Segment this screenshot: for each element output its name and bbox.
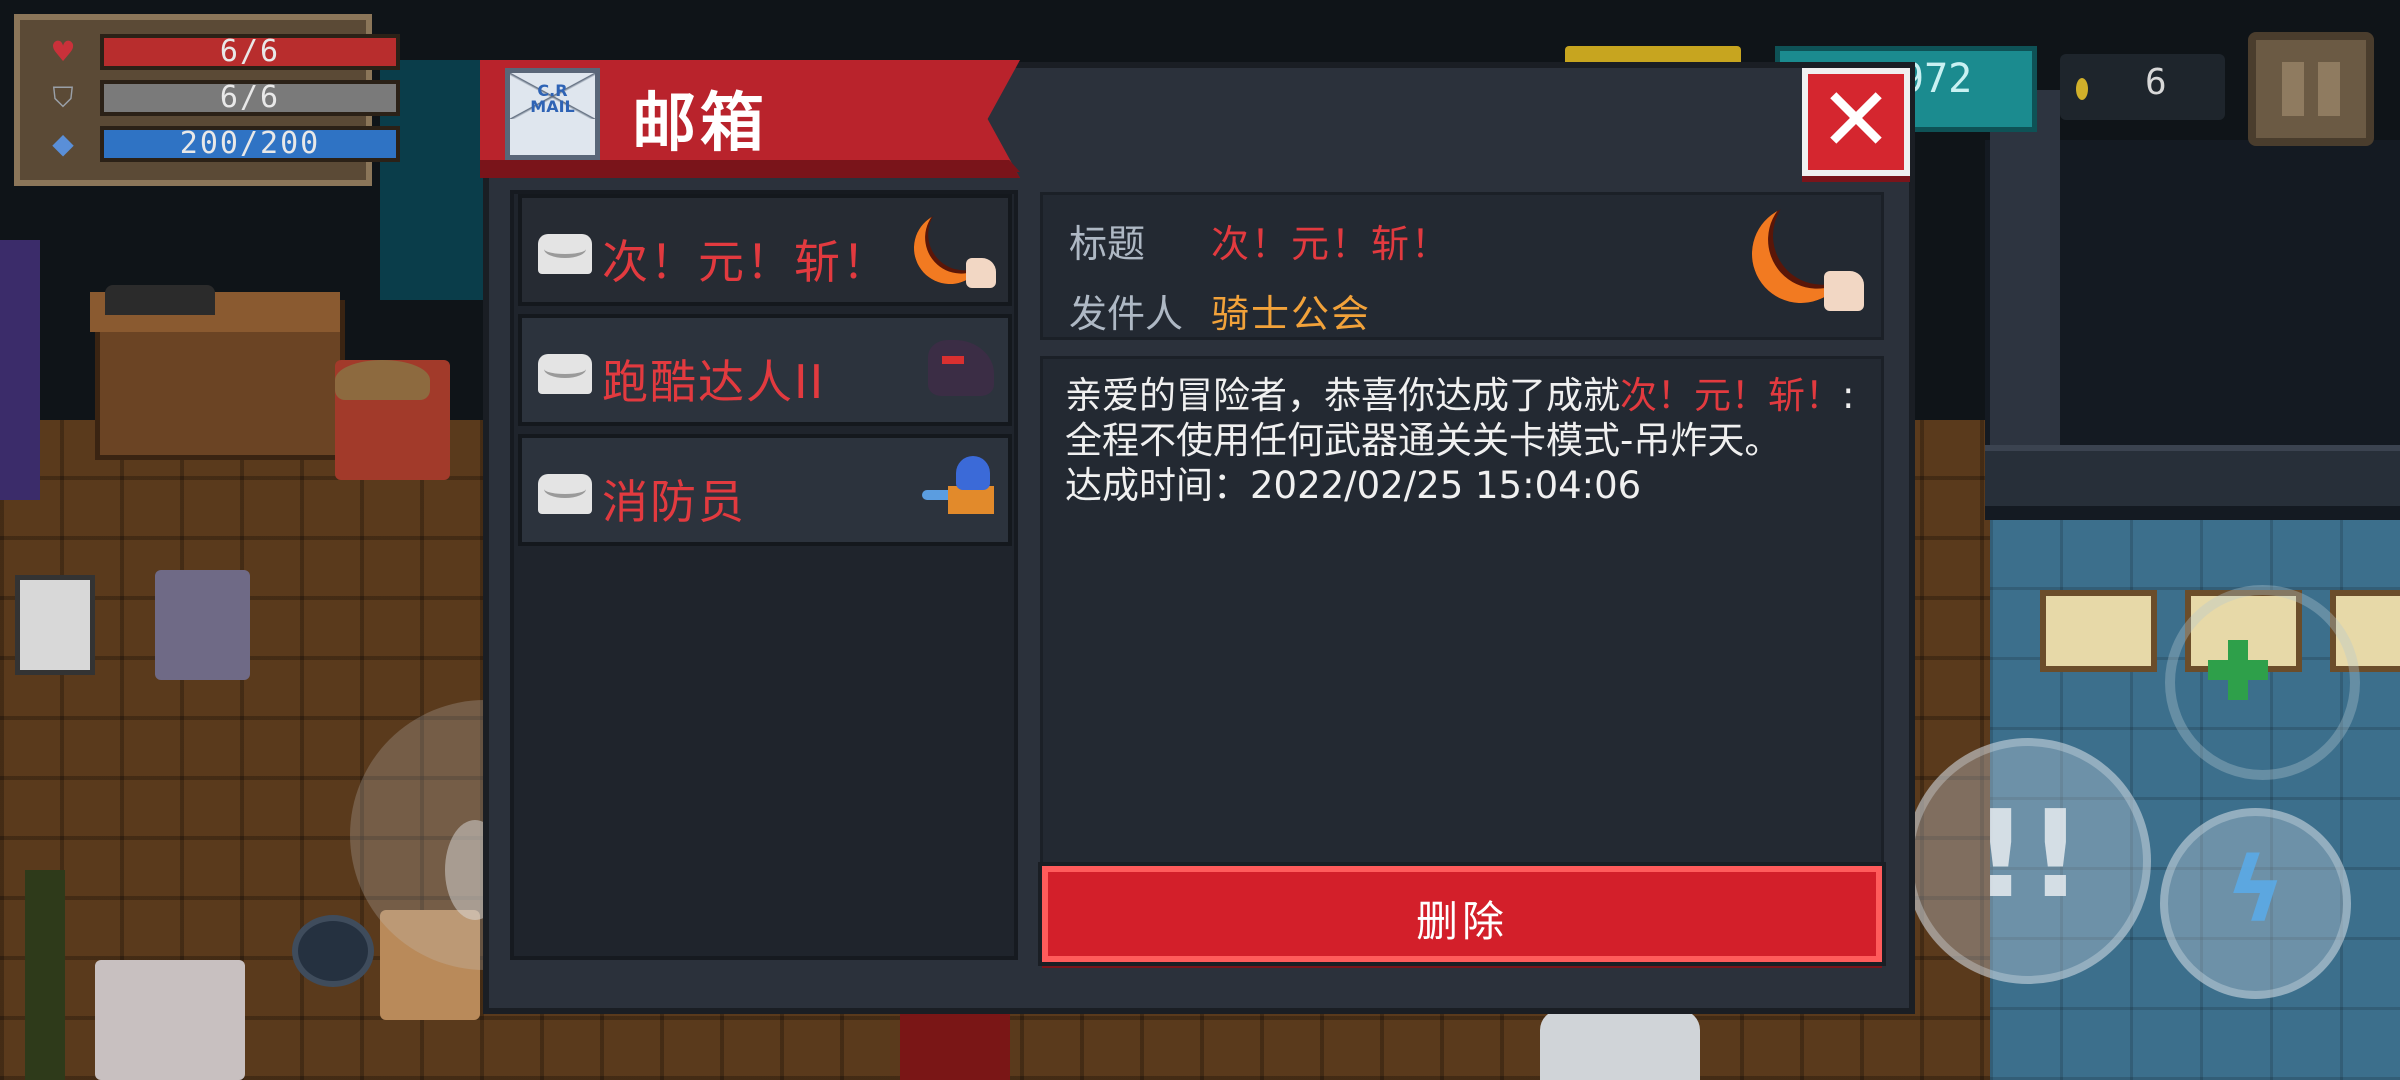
hand-shape (1824, 271, 1864, 311)
close-button[interactable]: ✕ (1802, 68, 1910, 176)
mail-item-0[interactable]: 次！元！斩！ (518, 194, 1012, 306)
pot (292, 915, 374, 987)
pause-icon (2282, 62, 2304, 116)
ninja-icon (928, 340, 994, 396)
health-cross-icon (2208, 640, 2268, 700)
cowboy-hat (335, 360, 430, 400)
red-object (900, 1010, 1010, 1080)
floor-items (1540, 1010, 1700, 1080)
body-prefix: 亲爱的冒险者，恭喜你达成了成就 (1065, 374, 1620, 417)
npc-dragon (95, 960, 245, 1080)
energy-bar: 200/200 (100, 126, 400, 162)
shield-icon: ⛉ (52, 81, 74, 114)
mail-body: 亲爱的冒险者，恭喜你达成了成就次！元！斩！:全程不使用任何武器通关关卡模式-吊炸… (1040, 356, 1884, 946)
ninja-eye (942, 356, 964, 364)
skill-button[interactable]: !! (1905, 738, 2151, 984)
fireman-helmet (956, 456, 990, 490)
cabinet (0, 240, 40, 500)
sign-board (15, 575, 95, 675)
notice-board (2040, 590, 2157, 672)
pause-icon (2318, 62, 2340, 116)
fireman-body (948, 486, 994, 514)
sender-label: 发件人 (1069, 292, 1184, 336)
mail-item-1[interactable]: 跑酷达人II (518, 314, 1012, 426)
mail-list[interactable]: 次！元！斩！ 跑酷达人II 消防员 (510, 190, 1018, 960)
armor-value: 6/6 (219, 80, 281, 115)
energy-row: ◆ 200/200 (40, 126, 400, 162)
mail-item-2[interactable]: 消防员 (518, 434, 1012, 546)
npc-priestess (155, 570, 250, 680)
hp-value: 6/6 (219, 34, 281, 69)
delete-button[interactable]: 删除 (1038, 862, 1886, 966)
delete-label: 删除 (1415, 897, 1508, 946)
skill-icon: !! (1973, 786, 2083, 925)
mail-item-label: 消防员 (602, 475, 746, 529)
armor-bar: 6/6 (100, 80, 400, 116)
sender-value: 骑士公会 (1211, 292, 1372, 336)
title-value: 次！元！斩！ (1211, 222, 1452, 266)
heart-icon: ♥ (50, 35, 76, 68)
fireman-icon (922, 456, 998, 516)
player-stats-panel: ♥ 6/6 ⛉ 6/6 ◆ 200/200 (14, 14, 400, 186)
achieved-time: 达成时间：2022/02/25 15:04:06 (1065, 464, 1642, 507)
mail-item-label: 次！元！斩！ (602, 235, 890, 289)
hp-bar: 6/6 (100, 34, 400, 70)
right-room-band (1985, 445, 2400, 506)
energy-value: 200/200 (179, 126, 321, 161)
mail-item-label: 跑酷达人II (602, 355, 826, 409)
mail-body-text: 亲爱的冒险者，恭喜你达成了成就次！元！斩！:全程不使用任何武器通关关卡模式-吊炸… (1065, 373, 1855, 508)
mail-icon: C.R MAIL (505, 68, 600, 160)
crescent-blade-icon (914, 212, 996, 294)
envelope-icon (538, 354, 592, 394)
dialog-title: 邮箱 (632, 87, 768, 161)
mail-icon-label: C.R MAIL (530, 81, 575, 116)
cat-npc (105, 285, 215, 315)
lightning-skill-button[interactable]: ϟ (2160, 808, 2351, 999)
crescent-blade-icon (1752, 205, 1864, 317)
coin-count: 6 (2145, 62, 2167, 103)
pillar (1990, 90, 2060, 450)
body-achievement: 次！元！斩！ (1620, 374, 1842, 417)
lightning-icon: ϟ (2225, 838, 2286, 943)
title-label: 标题 (1069, 222, 1146, 266)
plant (25, 870, 65, 1080)
armor-row: ⛉ 6/6 (40, 80, 400, 116)
energy-crystal-icon: ◆ (52, 127, 74, 160)
hand-shape (966, 258, 996, 288)
coin-icon (2076, 78, 2088, 100)
envelope-icon (538, 474, 592, 514)
hp-row: ♥ 6/6 (40, 34, 400, 70)
envelope-icon (538, 234, 592, 274)
close-icon: ✕ (1819, 68, 1893, 171)
pause-button[interactable] (2248, 32, 2374, 146)
